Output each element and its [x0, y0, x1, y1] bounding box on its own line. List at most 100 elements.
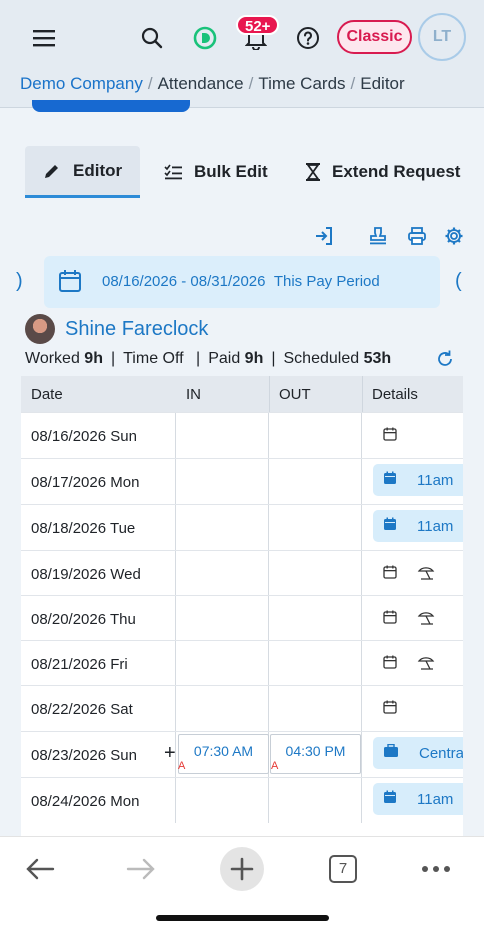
details-cell: [361, 641, 463, 686]
out-cell[interactable]: [268, 413, 361, 458]
scheduled-value: 53h: [363, 350, 392, 367]
tab-extend-request-label: Extend Request: [332, 162, 461, 181]
in-cell[interactable]: [175, 505, 268, 550]
in-cell[interactable]: [175, 413, 268, 458]
in-cell[interactable]: [175, 686, 268, 731]
login-icon[interactable]: [312, 224, 336, 248]
breadcrumb-separator: /: [248, 74, 254, 93]
row-date: 08/22/2026 Sat: [31, 701, 133, 718]
beach-umbrella-icon[interactable]: [417, 654, 435, 675]
worked-label: Worked: [25, 350, 80, 367]
table-row: 08/24/2026 Mon 11am: [21, 777, 463, 823]
in-cell[interactable]: [175, 641, 268, 686]
schedule-pill[interactable]: Centra: [373, 737, 463, 769]
beach-umbrella-icon[interactable]: [417, 609, 435, 630]
pay-period-dates: 08/16/2026 - 08/31/2026: [102, 273, 266, 290]
breadcrumb-attendance[interactable]: Attendance: [158, 74, 244, 93]
row-date: 08/24/2026 Mon: [31, 793, 140, 810]
schedule-pill[interactable]: 11am: [373, 464, 463, 496]
help-icon[interactable]: [290, 20, 326, 56]
pay-period-label: This Pay Period: [273, 273, 380, 290]
row-date: 08/19/2026 Wed: [31, 566, 141, 583]
paid-label: Paid: [208, 350, 241, 367]
more-icon[interactable]: [418, 847, 454, 891]
timecard-table: Date IN OUT Details 08/16/2026 Sun 08/17/…: [21, 376, 463, 836]
table-row: 08/20/2026 Thu: [21, 595, 463, 641]
calendar-icon: [383, 471, 397, 489]
calendar-icon[interactable]: [383, 655, 397, 674]
tab-bulk-edit[interactable]: Bulk Edit: [164, 146, 268, 198]
row-date: 08/18/2026 Tue: [31, 520, 136, 537]
pencil-icon: [45, 164, 58, 178]
schedule-pill-label: 11am: [417, 790, 454, 808]
row-date: 08/17/2026 Mon: [31, 474, 140, 491]
breadcrumb-separator: /: [147, 74, 153, 93]
add-punch-icon[interactable]: +: [164, 742, 176, 765]
calendar-icon: [59, 270, 81, 292]
employee-name[interactable]: Shine Fareclock: [65, 318, 208, 341]
out-cell[interactable]: [268, 641, 361, 686]
row-date: 08/16/2026 Sun: [31, 428, 137, 445]
table-row: 08/23/2026 Sun +07:30 AM 04:30 PM A A Centra: [21, 731, 463, 777]
next-period-arrow[interactable]: (: [455, 270, 462, 293]
schedule-pill[interactable]: 11am: [373, 510, 463, 542]
calendar-icon: [383, 517, 397, 535]
settings-icon[interactable]: [442, 224, 466, 248]
row-date: 08/23/2026 Sun: [31, 747, 137, 764]
details-cell: [361, 413, 463, 458]
back-icon[interactable]: [20, 847, 60, 891]
tab-editor-label: Editor: [73, 160, 123, 180]
classic-mode-button[interactable]: Classic: [337, 20, 412, 54]
d-logo-icon[interactable]: [187, 20, 223, 56]
out-time[interactable]: 04:30 PM: [270, 734, 361, 774]
out-cell[interactable]: [268, 778, 361, 823]
schedule-pill[interactable]: 11am: [373, 783, 463, 815]
in-cell[interactable]: [175, 459, 268, 504]
refresh-icon[interactable]: [435, 349, 457, 371]
search-icon[interactable]: [134, 20, 170, 56]
in-cell[interactable]: [175, 778, 268, 823]
notification-badge: 52+: [236, 15, 280, 35]
out-cell[interactable]: [268, 596, 361, 641]
table-header: Date IN OUT Details: [21, 376, 463, 412]
breadcrumb-time-cards[interactable]: Time Cards: [258, 74, 345, 93]
in-time[interactable]: 07:30 AM: [178, 734, 269, 774]
employee-avatar: [25, 314, 55, 344]
prev-period-arrow[interactable]: ): [16, 270, 23, 293]
home-indicator: [156, 915, 329, 921]
tab-editor[interactable]: Editor: [25, 146, 140, 198]
pay-period-selector[interactable]: 08/16/2026 - 08/31/2026 This Pay Period: [44, 256, 440, 308]
new-tab-icon[interactable]: [220, 847, 264, 891]
row-date: 08/21/2026 Fri: [31, 656, 128, 673]
tab-extend-request[interactable]: Extend Request: [306, 146, 460, 198]
print-icon[interactable]: [405, 224, 429, 248]
top-bar: 52+ Classic LT Demo Company / Attendance / T…: [0, 0, 484, 108]
row-date: 08/20/2026 Thu: [31, 611, 136, 628]
calendar-icon[interactable]: [383, 610, 397, 629]
in-cell[interactable]: [175, 551, 268, 596]
beach-umbrella-icon[interactable]: [417, 564, 435, 585]
hours-summary: Worked 9h | Time Off | Paid 9h | Scheduled 53…: [25, 350, 392, 367]
schedule-pill-label: Centra: [419, 744, 463, 762]
paid-value: 9h: [244, 350, 264, 367]
stamp-icon[interactable]: [366, 224, 390, 248]
out-cell[interactable]: [268, 551, 361, 596]
user-avatar[interactable]: LT: [418, 13, 466, 61]
calendar-icon[interactable]: [383, 427, 397, 446]
calendar-icon[interactable]: [383, 700, 397, 719]
calendar-icon[interactable]: [383, 565, 397, 584]
hamburger-icon[interactable]: [26, 22, 62, 54]
out-cell[interactable]: [268, 505, 361, 550]
out-cell[interactable]: [268, 686, 361, 731]
breadcrumb-company[interactable]: Demo Company: [20, 74, 143, 93]
details-cell: [361, 551, 463, 596]
calendar-icon: [383, 790, 397, 808]
tab-switcher-button[interactable]: 7: [328, 847, 358, 891]
out-cell[interactable]: [268, 459, 361, 504]
scheduled-label: Scheduled: [283, 350, 360, 367]
tab-bulk-edit-label: Bulk Edit: [194, 162, 268, 181]
hourglass-icon: [306, 163, 320, 181]
scrolled-button-edge[interactable]: [32, 100, 190, 112]
in-cell[interactable]: [175, 596, 268, 641]
forward-icon[interactable]: [121, 847, 161, 891]
